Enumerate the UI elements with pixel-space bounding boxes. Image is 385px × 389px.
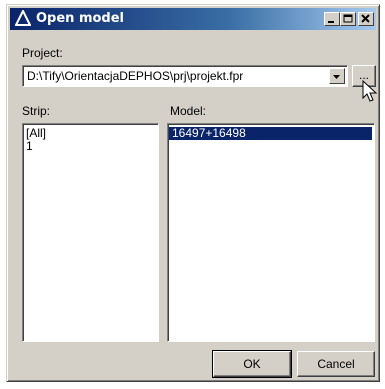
minimize-button[interactable] bbox=[324, 12, 340, 26]
delta-app-icon bbox=[14, 8, 32, 27]
project-combobox[interactable]: D:\Tify\OrientacjaDEPHOS\prj\projekt.fpr bbox=[22, 65, 348, 87]
project-path-value: D:\Tify\OrientacjaDEPHOS\prj\projekt.fpr bbox=[27, 69, 244, 83]
strip-listbox[interactable]: [All] 1 bbox=[22, 123, 159, 342]
project-label: Project: bbox=[22, 46, 63, 60]
strip-list-item[interactable]: [All] bbox=[23, 127, 158, 140]
strip-list-item[interactable]: 1 bbox=[23, 140, 158, 153]
model-list-item-selected[interactable]: 16497+16498 bbox=[169, 127, 372, 140]
cancel-button[interactable]: Cancel bbox=[297, 351, 375, 377]
ok-button[interactable]: OK bbox=[212, 350, 292, 378]
close-button[interactable] bbox=[358, 12, 374, 26]
combo-dropdown-button[interactable] bbox=[329, 68, 345, 84]
maximize-button[interactable] bbox=[340, 12, 356, 26]
chevron-down-icon bbox=[330, 69, 344, 88]
model-listbox[interactable]: 16497+16498 bbox=[167, 123, 375, 342]
strip-label: Strip: bbox=[22, 104, 51, 118]
mouse-pointer-icon bbox=[362, 79, 380, 104]
model-label: Model: bbox=[170, 104, 207, 118]
window-title: Open model bbox=[36, 11, 125, 26]
title-bar[interactable]: Open model bbox=[10, 8, 376, 30]
open-model-dialog: Open model Project: D:\Tify\OrientacjaDE… bbox=[6, 4, 380, 382]
